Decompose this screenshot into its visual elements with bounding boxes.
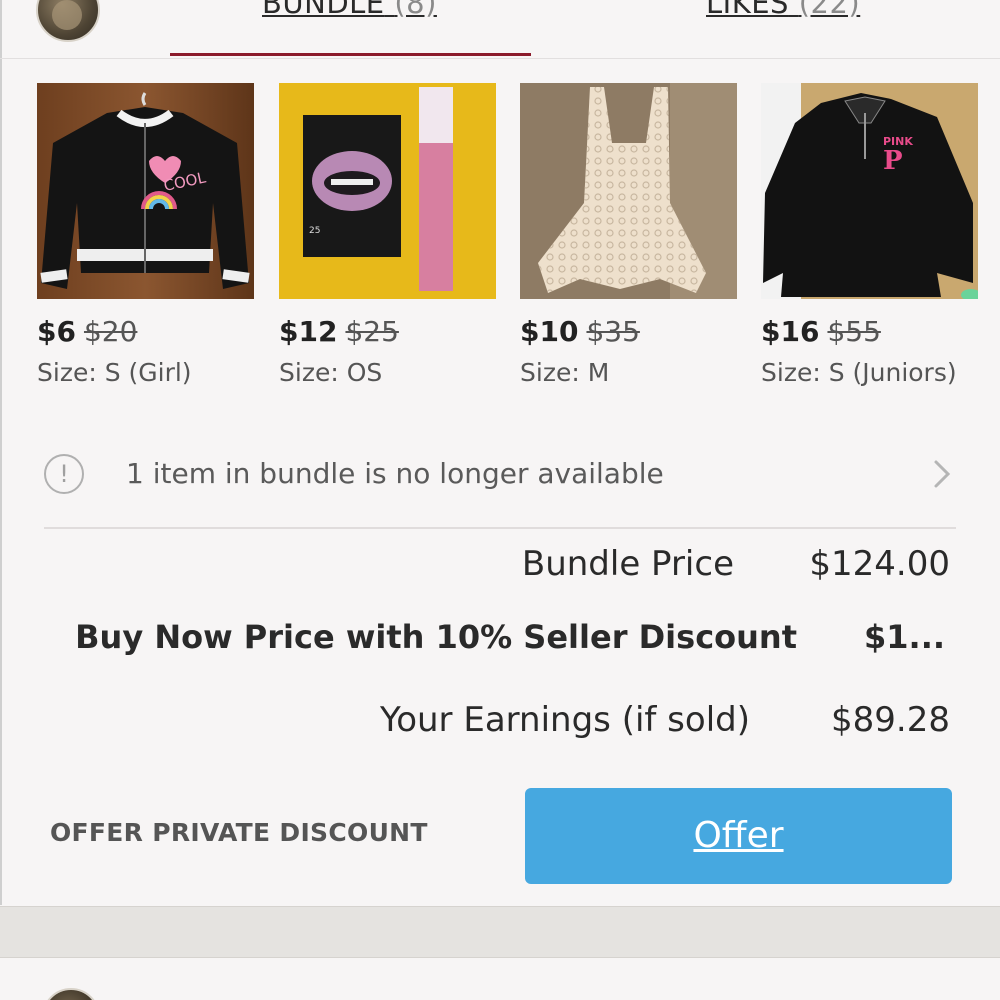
unavailable-item-notice[interactable]: ! 1 item in bundle is no longer availabl… bbox=[44, 450, 956, 500]
bundle-price-label: Bundle Price bbox=[521, 544, 734, 584]
buy-now-price-value: $1... bbox=[864, 618, 945, 656]
product-original-price: $20 bbox=[83, 315, 138, 348]
offer-button[interactable]: Offer bbox=[525, 788, 952, 884]
product-price: $6 bbox=[37, 315, 76, 348]
buy-now-price-label: Buy Now Price with 10% Seller Discount bbox=[75, 618, 797, 656]
earnings-label: Your Earnings (if sold) bbox=[379, 700, 750, 740]
product-price: $12 bbox=[279, 315, 338, 348]
product-size: Size: M bbox=[520, 358, 610, 387]
tab-bundle[interactable]: BUNDLE (8) bbox=[262, 0, 437, 20]
product-card[interactable]: 25 $12 $25 Size: OS bbox=[279, 83, 496, 387]
alert-circle-icon: ! bbox=[44, 454, 84, 494]
bundle-price-value: $124.00 bbox=[809, 544, 950, 584]
tab-bundle-count: (8) bbox=[394, 0, 437, 20]
product-price: $10 bbox=[520, 315, 579, 348]
product-size: Size: S (Girl) bbox=[37, 358, 192, 387]
chevron-right-icon bbox=[934, 460, 951, 488]
tab-likes-label: LIKES bbox=[706, 0, 789, 20]
offer-private-discount-link[interactable]: OFFER PRIVATE DISCOUNT bbox=[50, 818, 428, 847]
product-original-price: $35 bbox=[586, 315, 640, 348]
section-separator bbox=[0, 906, 1000, 958]
tab-likes-count: (22) bbox=[798, 0, 861, 20]
tab-likes[interactable]: LIKES (22) bbox=[706, 0, 860, 20]
product-size: Size: S (Juniors) bbox=[761, 358, 957, 387]
summary-divider bbox=[44, 527, 956, 529]
earnings-value: $89.28 bbox=[831, 700, 950, 740]
left-edge bbox=[0, 0, 2, 905]
product-original-price: $25 bbox=[345, 315, 399, 348]
product-image-jacket[interactable]: COOL bbox=[37, 83, 254, 299]
product-original-price: $55 bbox=[827, 315, 881, 348]
product-card[interactable]: $10 $35 Size: M bbox=[520, 83, 737, 387]
next-user-avatar[interactable] bbox=[42, 988, 100, 1000]
header-divider bbox=[0, 58, 1000, 59]
svg-text:P: P bbox=[883, 146, 903, 176]
user-avatar[interactable] bbox=[36, 0, 100, 42]
product-image-pullover[interactable]: PINK P bbox=[761, 83, 978, 299]
product-card[interactable]: COOL $6 $20 Size: S (Girl) bbox=[37, 83, 254, 387]
active-tab-indicator bbox=[170, 53, 531, 56]
product-price: $16 bbox=[761, 315, 820, 348]
svg-text:25: 25 bbox=[309, 226, 320, 236]
notice-text: 1 item in bundle is no longer available bbox=[126, 457, 664, 490]
product-card[interactable]: PINK P $16 $55 Size: S (Juniors) bbox=[761, 83, 978, 387]
tab-bundle-label: BUNDLE bbox=[262, 0, 385, 20]
product-image-makeup[interactable]: 25 bbox=[279, 83, 496, 299]
product-size: Size: OS bbox=[279, 358, 383, 387]
product-image-lace-top[interactable] bbox=[520, 83, 737, 299]
